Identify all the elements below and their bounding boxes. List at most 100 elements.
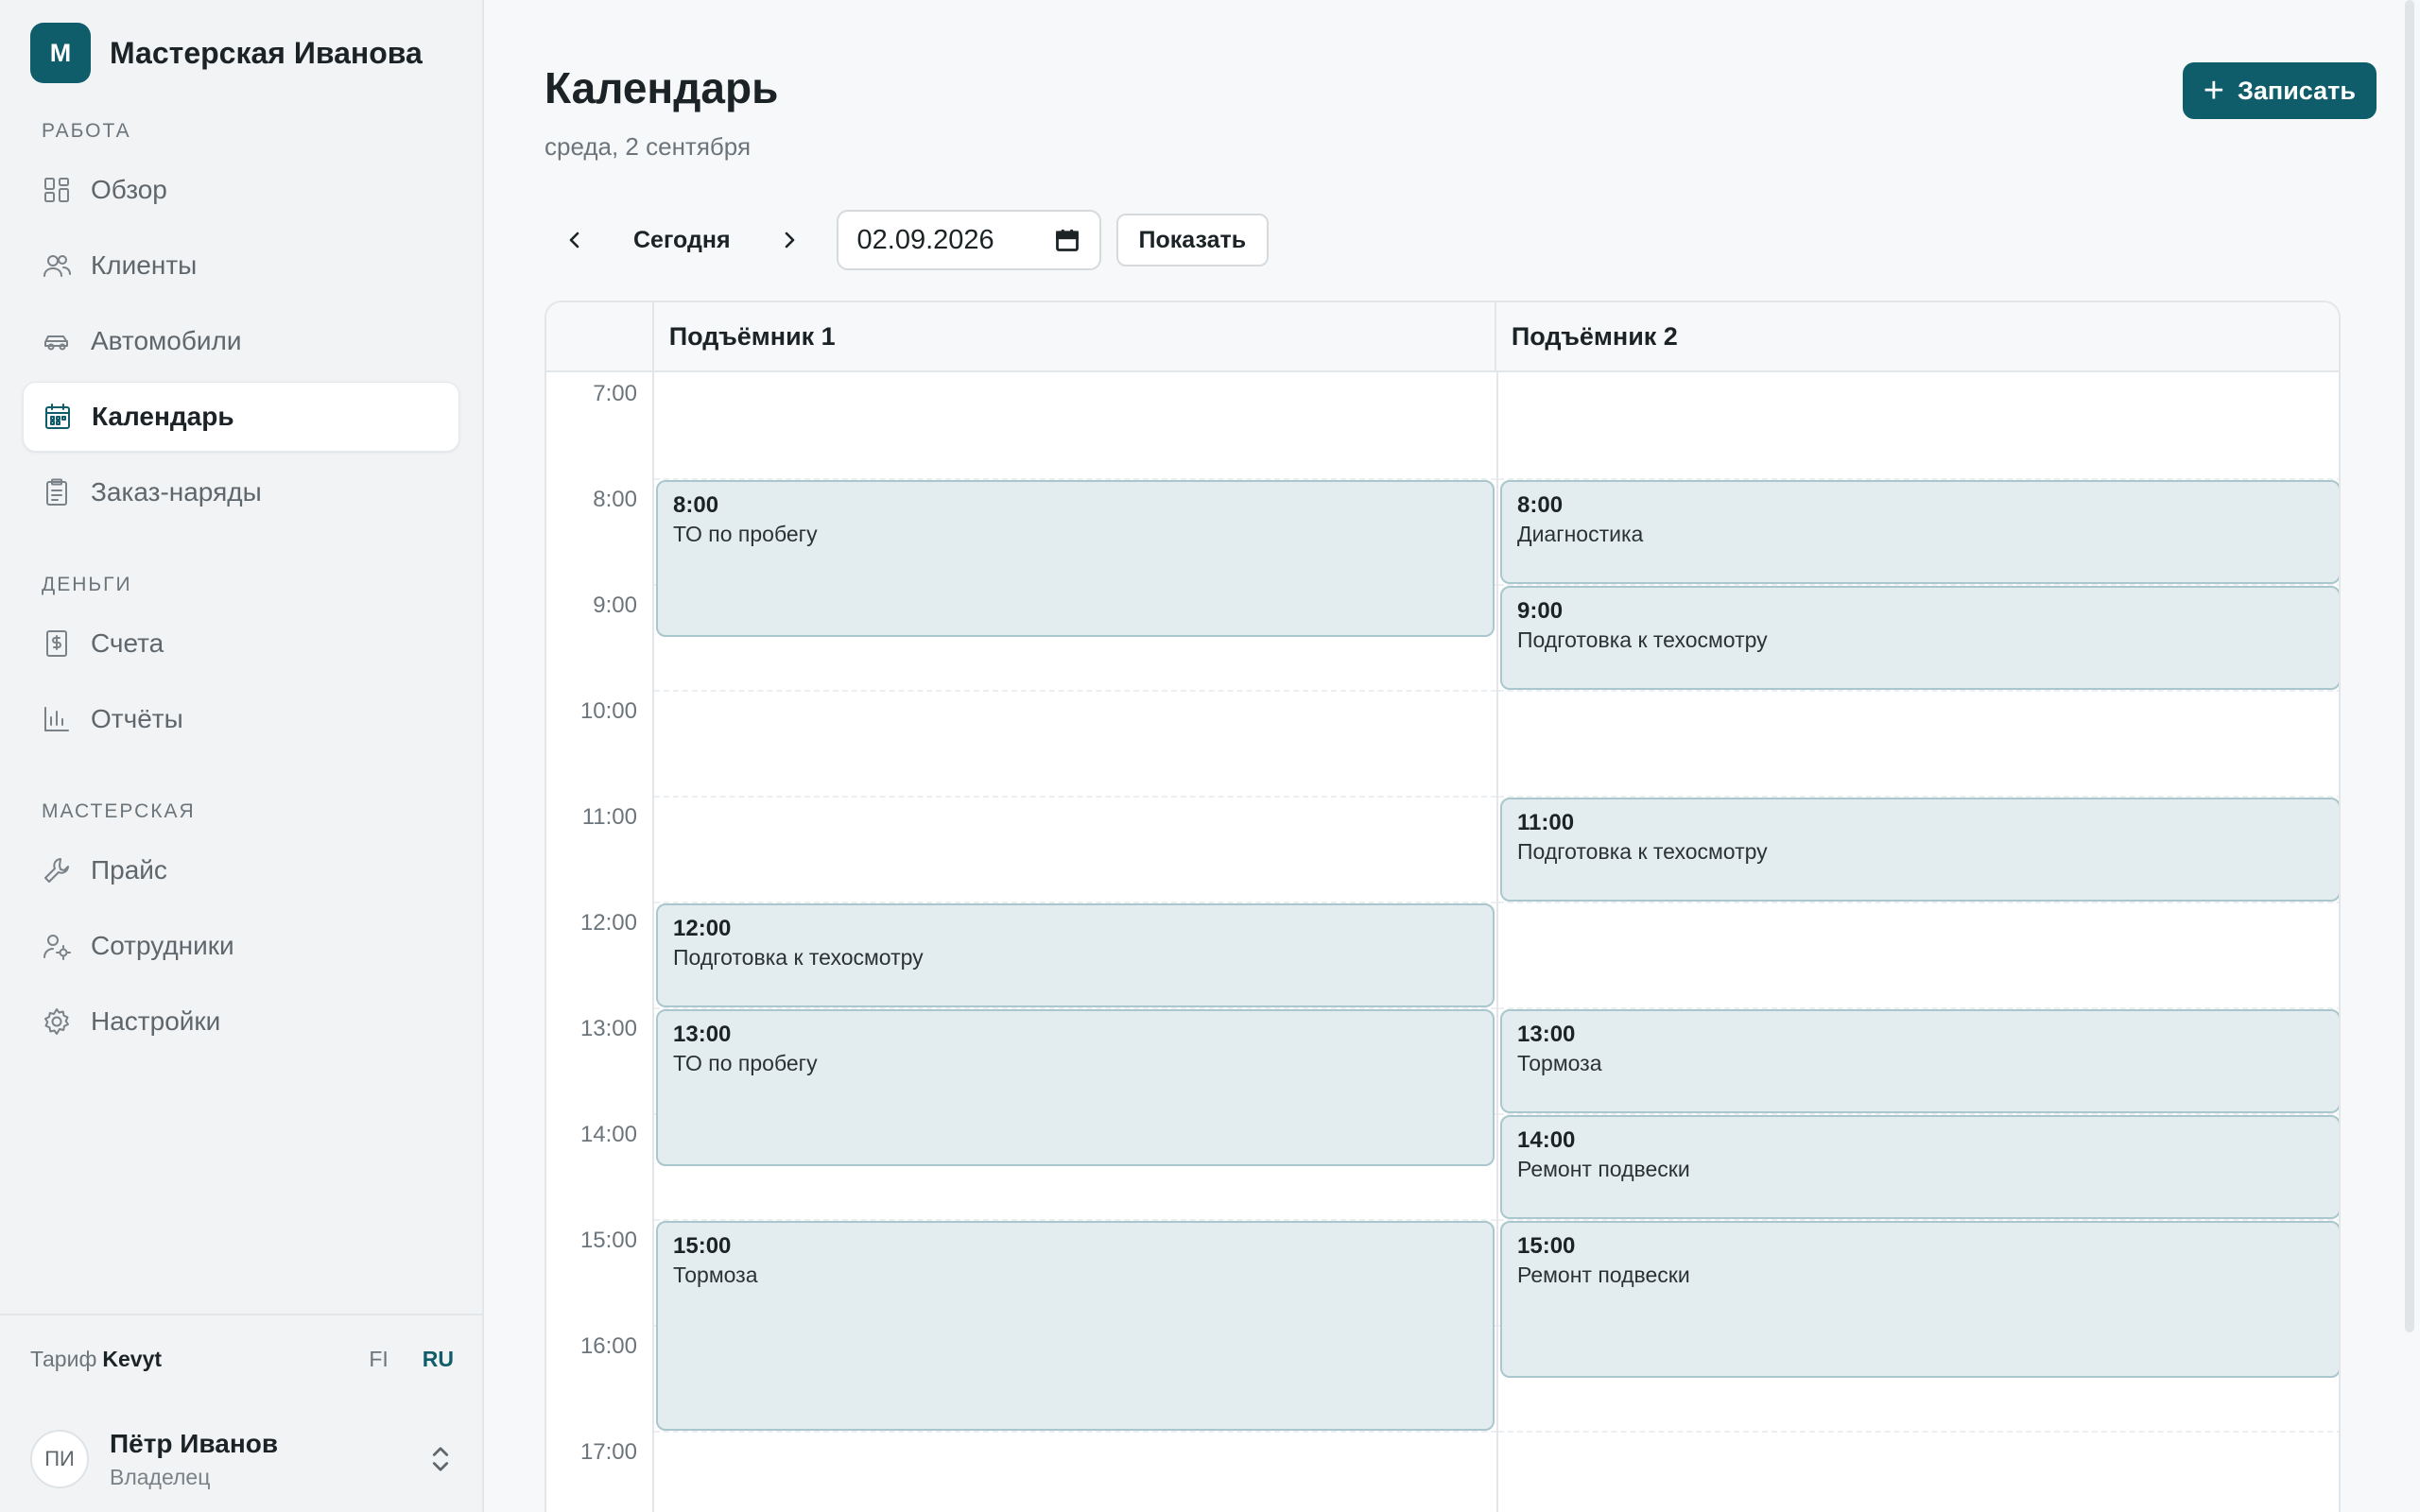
sidebar: M Мастерская Иванова РАБОТА Обзор Клиенты А…	[0, 0, 484, 1512]
brand-name: Мастерская Иванова	[110, 35, 423, 70]
appointment-time: 13:00	[673, 1022, 732, 1047]
time-label: 17:00	[579, 1439, 637, 1465]
calendar-grid: 7:00 8:00 9:00 10:00 11:00 12:00 13:00 14:00 15:…	[546, 372, 2339, 1512]
appointment-title: Подготовка к техосмотру	[673, 945, 924, 970]
appointment-title: ТО по пробегу	[673, 522, 818, 546]
date-value: 02.09.2026	[856, 224, 994, 255]
appointment-block[interactable]: 12:00 Подготовка к техосмотру	[656, 903, 1495, 1007]
sidebar-item-3[interactable]: Календарь	[23, 382, 459, 452]
wrench-icon	[42, 855, 72, 885]
time-label: 16:00	[579, 1333, 637, 1359]
next-day-button[interactable]	[759, 210, 820, 270]
sidebar-item-1[interactable]: Отчёты	[23, 684, 459, 754]
sidebar-item-0[interactable]: Обзор	[23, 155, 459, 225]
sidebar-item-1[interactable]: Сотрудники	[23, 911, 459, 981]
sidebar-item-label: Настройки	[91, 1006, 221, 1036]
prev-day-button[interactable]	[544, 210, 605, 270]
appointment-time: 9:00	[1517, 598, 1564, 624]
car-icon	[42, 326, 72, 356]
day-calendar: Подъёмник 1 Подъёмник 2 7:00 8:00 9:00 10:0…	[544, 301, 2341, 1512]
page-title: Календарь	[544, 63, 779, 112]
show-button[interactable]: Показать	[1115, 214, 1270, 266]
time-label: 12:00	[579, 910, 637, 936]
appointment-time: 12:00	[673, 916, 732, 941]
sidebar-item-label: Обзор	[91, 175, 167, 204]
appointment-title: Тормоза	[673, 1263, 758, 1287]
appointment-time: 15:00	[1517, 1233, 1576, 1259]
lang-fi[interactable]: FI	[369, 1347, 388, 1372]
sidebar-item-0[interactable]: Счета	[23, 609, 459, 679]
appointment-block[interactable]: 15:00 Ремонт подвески	[1500, 1221, 2339, 1378]
scrollbar[interactable]	[2405, 0, 2414, 1332]
calendar-header: Подъёмник 1 Подъёмник 2	[546, 302, 2339, 372]
calendar-picker-icon[interactable]	[1054, 227, 1080, 253]
user-info: Пётр Иванов Владелец	[110, 1429, 278, 1490]
appointment-time: 14:00	[1517, 1127, 1576, 1153]
sidebar-footer: Тариф Kevyt FI RU ПИ Пётр Иванов Владеле…	[0, 1314, 482, 1512]
sidebar-item-0[interactable]: Прайс	[23, 835, 459, 905]
chevron-up-down-icon[interactable]	[427, 1442, 454, 1476]
users-icon	[42, 250, 72, 281]
appointment-block[interactable]: 13:00 Тормоза	[1500, 1009, 2339, 1113]
time-gutter: 7:00 8:00 9:00 10:00 11:00 12:00 13:00 14:00 15:…	[546, 372, 654, 1512]
calendar-toolbar: Сегодня 02.09.2026 Показать	[544, 210, 1270, 270]
hour-line	[1498, 690, 2339, 692]
column-lift-2[interactable]: 8:00 Диагностика 9:00 Подготовка к техосмот…	[1498, 372, 2339, 1512]
time-label: 13:00	[579, 1016, 637, 1041]
appointment-title: Диагностика	[1517, 522, 1644, 546]
sidebar-item-label: Прайс	[91, 855, 167, 885]
today-button[interactable]: Сегодня	[605, 210, 759, 270]
main-content: Календарь среда, 2 сентября + Записать С…	[484, 0, 2420, 1512]
appointment-block[interactable]: 8:00 Диагностика	[1500, 480, 2339, 584]
appointment-title: Тормоза	[1517, 1051, 1602, 1075]
column-lift-1[interactable]: 8:00 ТО по пробегу 12:00 Подготовка к техос…	[654, 372, 1498, 1512]
chevron-left-icon	[569, 232, 579, 249]
hour-line	[654, 1431, 1496, 1433]
time-label: 11:00	[581, 804, 637, 830]
appointment-title: Подготовка к техосмотру	[1517, 839, 1768, 864]
plan-prefix: Тариф	[30, 1346, 97, 1371]
appointment-time: 11:00	[1517, 810, 1575, 835]
column-header-lift-1: Подъёмник 1	[654, 302, 1496, 370]
sidebar-item-4[interactable]: Заказ-наряды	[23, 457, 459, 527]
sidebar-nav: РАБОТА Обзор Клиенты Автомобили Календарь Зак…	[0, 117, 482, 1057]
calendar-icon	[43, 402, 73, 432]
sidebar-item-label: Заказ-наряды	[91, 477, 262, 507]
lang-ru[interactable]: RU	[423, 1347, 454, 1372]
appointment-block[interactable]: 13:00 ТО по пробегу	[656, 1009, 1495, 1166]
user-menu[interactable]: ПИ Пётр Иванов Владелец	[0, 1402, 482, 1506]
sidebar-item-2[interactable]: Автомобили	[23, 306, 459, 376]
appointment-block[interactable]: 14:00 Ремонт подвески	[1500, 1115, 2339, 1219]
nav-section-title: РАБОТА	[42, 120, 131, 142]
appointment-block[interactable]: 11:00 Подготовка к техосмотру	[1500, 798, 2339, 902]
plan-name: Kevyt	[102, 1346, 163, 1371]
column-header-lift-2: Подъёмник 2	[1511, 321, 1678, 351]
time-label: 8:00	[593, 487, 637, 512]
appointment-block[interactable]: 8:00 ТО по пробегу	[656, 480, 1495, 637]
appointment-time: 15:00	[673, 1233, 732, 1259]
appointment-time: 8:00	[673, 492, 719, 518]
add-appointment-button[interactable]: + Записать	[2182, 62, 2377, 119]
sidebar-item-2[interactable]: Настройки	[23, 987, 459, 1057]
brand[interactable]: M Мастерская Иванова	[0, 0, 482, 106]
appointment-block[interactable]: 15:00 Тормоза	[656, 1221, 1495, 1431]
time-label: 14:00	[579, 1122, 637, 1147]
time-label: 9:00	[593, 593, 637, 618]
sidebar-item-label: Отчёты	[91, 704, 183, 733]
clipboard-icon	[42, 477, 72, 507]
sidebar-item-1[interactable]: Клиенты	[23, 231, 459, 301]
chevron-right-icon	[785, 232, 794, 249]
sidebar-item-label: Календарь	[92, 402, 234, 431]
appointment-block[interactable]: 9:00 Подготовка к техосмотру	[1500, 586, 2339, 690]
user-name: Пётр Иванов	[110, 1428, 279, 1458]
bar-chart-icon	[42, 704, 72, 734]
date-input[interactable]: 02.09.2026	[836, 210, 1101, 270]
time-gutter-header	[546, 302, 654, 370]
brand-logo: M	[30, 23, 91, 83]
hour-line	[654, 690, 1496, 692]
invoice-icon	[42, 628, 72, 659]
time-label: 7:00	[593, 381, 637, 406]
appointment-time: 8:00	[1517, 492, 1564, 518]
hour-line	[1498, 1431, 2339, 1433]
user-role: Владелец	[110, 1464, 211, 1489]
